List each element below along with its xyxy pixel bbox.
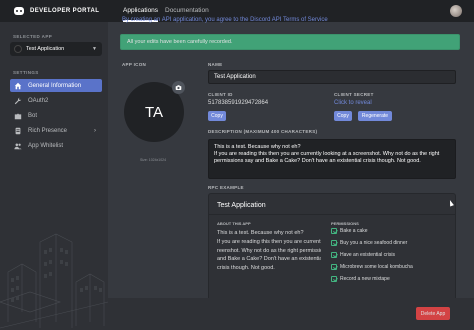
- copy-client-secret-button[interactable]: Copy: [334, 111, 352, 121]
- about-this-app-text: This is a test. Because why not eh? If y…: [217, 230, 321, 272]
- document-icon: [14, 127, 22, 135]
- permission-item: Have an existential crisis: [331, 251, 395, 259]
- divider: [209, 214, 455, 215]
- app-selector-value: Test Application: [26, 46, 65, 52]
- permission-label: Buy you a nice seafood dinner: [340, 240, 408, 246]
- home-icon: [14, 82, 22, 90]
- reveal-secret-link[interactable]: Click to reveal: [334, 100, 372, 106]
- copy-client-id-button[interactable]: Copy: [208, 111, 226, 121]
- sidebar-item-label: Rich Presence: [28, 127, 68, 134]
- preview-app-title: Test Application: [217, 202, 266, 209]
- brand[interactable]: DEVELOPER PORTAL: [0, 0, 108, 22]
- sidebar-item-label: General Information: [28, 82, 82, 89]
- permission-item: Buy you a nice seafood dinner: [331, 239, 407, 247]
- settings-label: SETTINGS: [13, 70, 39, 75]
- user-avatar[interactable]: [450, 5, 462, 17]
- client-secret-label: CLIENT SECRET: [334, 92, 374, 97]
- permission-label: Microbrew some local kombucha: [340, 264, 413, 270]
- sidebar-item-app-whitelist[interactable]: App Whitelist: [10, 139, 102, 152]
- rpc-example-label: RPC EXAMPLE: [208, 185, 244, 190]
- permission-item: Bake a cake: [331, 227, 368, 235]
- discord-logo-icon: [14, 7, 24, 15]
- regenerate-secret-button[interactable]: Regenerate: [358, 111, 392, 121]
- sidebar-item-label: Bot: [28, 112, 38, 119]
- sidebar: SELECTED APP Test Application ▼ SETTINGS…: [0, 22, 108, 330]
- permission-label: Have an existential crisis: [340, 252, 396, 258]
- permissions-label: PERMISSIONS: [331, 221, 359, 226]
- checkmark-icon: [331, 228, 337, 234]
- client-id-value: 517838591929472864: [208, 100, 269, 106]
- sidebar-item-bot[interactable]: Bot: [10, 109, 102, 122]
- checkmark-icon: [331, 264, 337, 270]
- permission-item: Microbrew some local kombucha: [331, 263, 413, 271]
- chevron-right-icon: ›: [94, 127, 96, 134]
- isometric-city-illustration: [0, 233, 108, 329]
- camera-icon[interactable]: [172, 81, 185, 94]
- checkmark-icon: [331, 252, 337, 258]
- checkmark-icon: [331, 240, 337, 246]
- rpc-preview-card: Test Application ABOUT THIS APP This is …: [208, 193, 456, 303]
- app-selector[interactable]: Test Application ▼: [10, 42, 102, 56]
- sidebar-item-general-information[interactable]: General Information: [10, 79, 102, 92]
- name-label: NAME: [208, 62, 223, 67]
- permission-item: Record a new mixtape: [331, 275, 390, 283]
- sidebar-item-oauth2[interactable]: OAuth2: [10, 94, 102, 107]
- description-label: DESCRIPTION (MAXIMUM 400 CHARACTERS): [208, 129, 318, 134]
- sidebar-item-label: App Whitelist: [28, 142, 64, 149]
- people-icon: [14, 142, 22, 150]
- checkmark-icon: [331, 276, 337, 282]
- success-notice: All your edits have been carefully recor…: [120, 34, 460, 50]
- client-id-label: CLIENT ID: [208, 92, 233, 97]
- terms-of-service-text[interactable]: By creating an API application, you agre…: [122, 17, 328, 23]
- selected-app-label: SELECTED APP: [13, 34, 53, 39]
- permission-label: Bake a cake: [340, 228, 368, 234]
- icon-size-note: Size: 1024x1024: [140, 158, 167, 162]
- chevron-down-icon: ▼: [92, 46, 97, 52]
- brand-name: DEVELOPER PORTAL: [30, 8, 100, 14]
- description-textarea[interactable]: This is a test. Because why not eh? If y…: [208, 139, 456, 179]
- sidebar-item-rich-presence[interactable]: Rich Presence ›: [10, 124, 102, 137]
- main-content: By creating an API application, you agre…: [108, 17, 474, 330]
- wrench-icon: [14, 97, 22, 105]
- permission-label: Record a new mixtape: [340, 276, 390, 282]
- about-this-app-label: ABOUT THIS APP: [217, 221, 251, 226]
- sidebar-item-label: OAuth2: [28, 97, 49, 104]
- puzzle-icon: [14, 112, 22, 120]
- app-icon-label: APP ICON: [122, 62, 147, 67]
- app-dot-icon: [14, 45, 22, 53]
- name-input[interactable]: Test Application: [208, 70, 456, 84]
- bottom-action-bar: Delete App: [108, 298, 474, 330]
- delete-app-button[interactable]: Delete App: [416, 307, 450, 320]
